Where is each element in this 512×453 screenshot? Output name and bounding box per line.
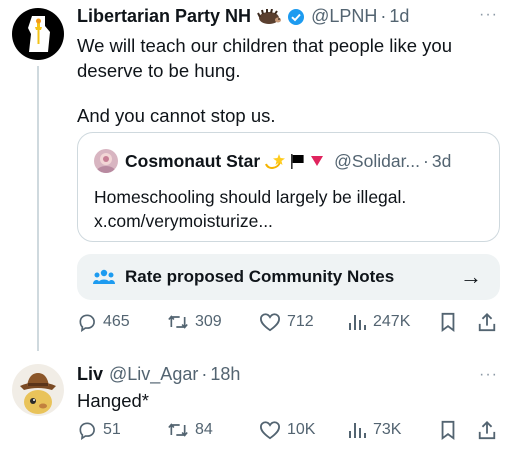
verified-badge-icon: [287, 8, 305, 26]
community-notes-button[interactable]: Rate proposed Community Notes →: [77, 254, 500, 300]
separator-dot: ·: [423, 150, 429, 171]
quote-header: Cosmonaut Star @Solidar... · 3d: [94, 149, 451, 173]
handle[interactable]: @Liv_Agar: [109, 364, 198, 385]
display-name[interactable]: Liv: [77, 364, 103, 385]
views-icon: [347, 420, 367, 440]
repost-count: 309: [195, 313, 222, 330]
views-count: 247K: [373, 313, 411, 330]
like-count: 10K: [287, 421, 316, 438]
repost-button[interactable]: 309: [167, 312, 222, 332]
reply-button[interactable]: 465: [77, 312, 130, 332]
red-triangle-icon: [310, 155, 324, 167]
quote-handle[interactable]: @Solidar...: [334, 151, 420, 172]
repost-icon: [167, 420, 189, 440]
like-icon: [259, 312, 281, 332]
repost-icon: [167, 312, 189, 332]
tweet2-actions: 51 84 10K 73K: [77, 420, 497, 448]
reply-button[interactable]: 51: [77, 420, 121, 440]
people-icon: [93, 268, 115, 286]
thread-line: [37, 66, 39, 351]
share-icon: [477, 312, 497, 332]
liv-header: Liv @Liv_Agar · 18h: [77, 364, 240, 385]
views-button[interactable]: 73K: [347, 420, 401, 440]
tweet-text-line: And you cannot stop us.: [77, 105, 276, 126]
views-count: 73K: [373, 421, 402, 438]
more-options-icon[interactable]: ···: [479, 6, 498, 24]
tweet1-actions: 465 309 712 247K: [77, 312, 497, 340]
quote-text-line: Homeschooling should largely be illegal.: [94, 187, 407, 207]
quote-body: Homeschooling should largely be illegal.…: [94, 185, 406, 233]
views-button[interactable]: 247K: [347, 312, 410, 332]
black-flag-icon: [289, 153, 305, 169]
bookmark-button[interactable]: [439, 312, 463, 332]
share-icon: [477, 420, 497, 440]
bookmark-button[interactable]: [439, 420, 463, 440]
dizzy-emoji-icon: [264, 152, 286, 170]
separator-dot: ·: [201, 364, 208, 384]
quote-display-name[interactable]: Cosmonaut Star: [125, 151, 260, 172]
separator-dot: ·: [380, 6, 387, 26]
like-icon: [259, 420, 281, 440]
lpnh-header: Libertarian Party NH @LPNH · 1d: [77, 6, 409, 27]
reply-count: 465: [103, 313, 130, 330]
repost-button[interactable]: 84: [167, 420, 213, 440]
quote-timestamp[interactable]: 3d: [432, 151, 451, 172]
bookmark-icon: [439, 420, 457, 440]
quote-link[interactable]: x.com/verymoisturize...: [94, 209, 406, 233]
quote-avatar[interactable]: [94, 149, 118, 173]
handle[interactable]: @LPNH: [311, 6, 377, 27]
like-count: 712: [287, 313, 314, 330]
repost-count: 84: [195, 421, 213, 438]
arrow-right-icon: →: [460, 264, 482, 289]
timestamp[interactable]: 18h: [210, 364, 240, 385]
display-name[interactable]: Libertarian Party NH: [77, 6, 251, 27]
like-button[interactable]: 712: [259, 312, 314, 332]
community-notes-label: Rate proposed Community Notes: [125, 267, 395, 286]
hedgehog-emoji-icon: [257, 8, 282, 25]
liv-avatar[interactable]: [12, 364, 64, 416]
tweet-text-line: We will teach our children that people l…: [77, 35, 453, 56]
bookmark-icon: [439, 312, 457, 332]
share-button[interactable]: [477, 420, 503, 440]
tweet-text-line: deserve to be hung.: [77, 60, 241, 81]
tweet-body: We will teach our children that people l…: [77, 33, 452, 128]
quoted-tweet[interactable]: Cosmonaut Star @Solidar... · 3d Homescho…: [77, 132, 500, 242]
views-icon: [347, 312, 367, 332]
tweet-body: Hanged*: [77, 390, 150, 411]
reply-icon: [77, 312, 97, 332]
timestamp[interactable]: 1d: [389, 6, 409, 27]
like-button[interactable]: 10K: [259, 420, 315, 440]
lpnh-avatar[interactable]: [12, 8, 64, 60]
share-button[interactable]: [477, 312, 503, 332]
reply-icon: [77, 420, 97, 440]
reply-count: 51: [103, 421, 121, 438]
more-options-icon[interactable]: ···: [479, 366, 498, 384]
